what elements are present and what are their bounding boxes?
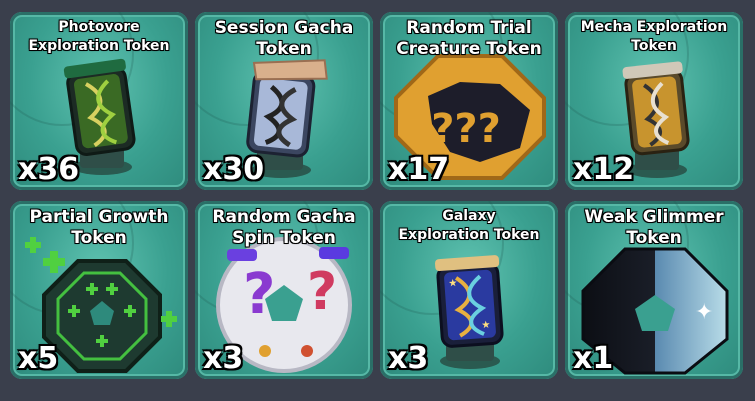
token-name: Partial Growth Token bbox=[29, 207, 169, 248]
token-count: x1 bbox=[573, 341, 614, 376]
token-card-partial-growth[interactable]: Partial Growth Token x5 bbox=[10, 201, 188, 379]
svg-text:★: ★ bbox=[448, 278, 458, 290]
token-name: Mecha Exploration Token bbox=[580, 19, 728, 54]
token-count: x12 bbox=[573, 152, 635, 187]
token-name: Photovore Exploration Token bbox=[28, 19, 170, 54]
svg-text:★: ★ bbox=[481, 320, 491, 332]
svg-text:?: ? bbox=[243, 262, 275, 327]
token-name: Random Gacha Spin Token bbox=[212, 207, 356, 248]
token-card-session-gacha[interactable]: Session Gacha Token x30 bbox=[195, 12, 373, 190]
token-card-mecha-exploration[interactable]: Mecha Exploration Token x12 bbox=[565, 12, 743, 190]
token-count: x3 bbox=[388, 341, 429, 376]
token-card-galaxy-exploration[interactable]: ★ ★ Galaxy Exploration Token x3 bbox=[380, 201, 558, 379]
token-name: Session Gacha Token bbox=[214, 18, 354, 59]
token-inventory-grid: Photovore Exploration Token x36 Session … bbox=[6, 6, 753, 401]
svg-text:✦: ✦ bbox=[695, 300, 713, 325]
token-card-random-gacha-spin[interactable]: ? ? Random Gacha Spin Token x3 bbox=[195, 201, 373, 379]
token-count: x3 bbox=[203, 341, 244, 376]
svg-text:???: ??? bbox=[431, 106, 501, 152]
token-card-photovore-exploration[interactable]: Photovore Exploration Token x36 bbox=[10, 12, 188, 190]
token-card-weak-glimmer[interactable]: ✦ Weak Glimmer Token x1 bbox=[565, 201, 743, 379]
token-name: Random Trial Creature Token bbox=[396, 18, 542, 59]
token-name: Galaxy Exploration Token bbox=[398, 208, 540, 243]
token-count: x5 bbox=[18, 341, 59, 376]
token-count: x17 bbox=[388, 152, 450, 187]
token-name: Weak Glimmer Token bbox=[584, 207, 724, 248]
token-count: x30 bbox=[203, 152, 265, 187]
svg-text:?: ? bbox=[307, 262, 337, 322]
token-card-random-trial-creature[interactable]: ??? Random Trial Creature Token x17 bbox=[380, 12, 558, 190]
token-count: x36 bbox=[18, 152, 80, 187]
